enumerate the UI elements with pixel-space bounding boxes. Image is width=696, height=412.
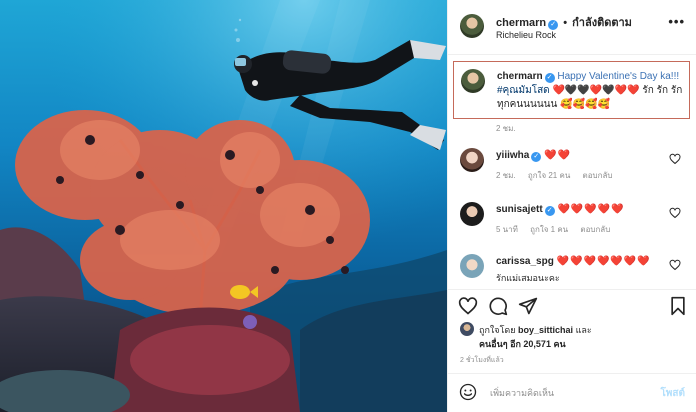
post-actions (448, 296, 696, 318)
caption-author-avatar[interactable] (461, 69, 485, 93)
verified-badge-icon: ✓ (544, 73, 555, 83)
comment-username[interactable]: yiiiwha (496, 150, 529, 161)
verified-badge-icon: ✓ (531, 152, 542, 162)
comment-likes[interactable]: ถูกใจ 1 คน (530, 225, 568, 234)
comment-text: ❤️❤️ (544, 150, 572, 161)
verified-badge-icon: ✓ (544, 206, 555, 216)
post-photo[interactable] (0, 0, 447, 412)
reply-button[interactable]: ตอบกลับ (583, 171, 613, 180)
verified-badge-icon: ✓ (548, 20, 559, 30)
like-comment-heart-icon[interactable] (669, 207, 681, 219)
commenter-avatar[interactable] (460, 202, 484, 226)
add-comment-bar: โพสต์ (448, 374, 696, 412)
caption-username[interactable]: chermarn (497, 71, 543, 82)
following-button[interactable]: กำลังติดตาม (572, 17, 632, 29)
caption-hashtag[interactable]: #คุณมัมโสด (497, 85, 550, 96)
commenter-avatar[interactable] (460, 148, 484, 172)
add-comment-input[interactable] (490, 386, 640, 400)
share-direct-icon[interactable] (518, 296, 538, 316)
post-timestamp: 2 ชั่วโมงที่แล้ว (460, 357, 504, 364)
comment-time: 2 ชม. (496, 171, 516, 180)
caption-emojis: 🥰🥰🥰🥰 (560, 99, 610, 110)
header-user-line: chermarn ✓ • กำลังติดตาม (496, 13, 632, 31)
likes-summary: ถูกใจโดย boy_sittichai และ คนอื่นๆ อีก 2… (460, 322, 690, 352)
comment-username[interactable]: sunisajett (496, 204, 543, 215)
comment-time: 5 นาที (496, 225, 518, 234)
more-options-icon[interactable]: ••• (668, 14, 685, 29)
comment-likes[interactable]: ถูกใจ 21 คน (528, 171, 570, 180)
divider (448, 289, 696, 290)
author-username[interactable]: chermarn (496, 17, 546, 29)
likes-line-2: คนอื่นๆ อีก 20,571 คน (479, 337, 566, 351)
post-header: chermarn ✓ • กำลังติดตาม Richelieu Rock •… (448, 0, 696, 55)
header-separator: • (563, 17, 568, 29)
author-avatar[interactable] (460, 14, 484, 38)
commenter-avatar[interactable] (460, 254, 484, 278)
emoji-smile-icon[interactable] (459, 383, 477, 401)
comment-item: carissa_spg ❤️❤️❤️❤️❤️❤️❤️ รักแม่เสมอนะค… (448, 254, 696, 294)
comment-subtext: รักแม่เสมอนะคะ (496, 273, 560, 283)
comment-bubble-icon[interactable] (488, 296, 508, 316)
comment-meta: 5 นาที ถูกใจ 1 คน ตอบกลับ (496, 223, 620, 236)
comment-text: ❤️❤️❤️❤️❤️ (557, 204, 625, 215)
liked-by-user[interactable]: boy_sittichai (518, 325, 573, 335)
reply-button[interactable]: ตอบกลับ (580, 225, 610, 234)
post-comment-button[interactable]: โพสต์ (660, 386, 685, 401)
caption-text: chermarn ✓ Happy Valentine's Day ka!!! #ค… (497, 70, 683, 112)
liked-by-prefix: ถูกใจโดย (479, 325, 516, 335)
post-side-panel: chermarn ✓ • กำลังติดตาม Richelieu Rock •… (447, 0, 696, 412)
like-comment-heart-icon[interactable] (669, 259, 681, 271)
comment-line: sunisajett ✓ ❤️❤️❤️❤️❤️ (496, 204, 625, 216)
comment-username[interactable]: carissa_spg (496, 256, 554, 267)
location-link[interactable]: Richelieu Rock (496, 30, 556, 40)
comment-line: yiiiwha ✓ ❤️❤️ (496, 150, 571, 162)
comment-item: yiiiwha ✓ ❤️❤️ 2 ชม. ถูกใจ 21 คน ตอบกลับ (448, 148, 696, 188)
caption-highlight: chermarn ✓ Happy Valentine's Day ka!!! #ค… (453, 61, 690, 119)
comment-text: ❤️❤️❤️❤️❤️❤️❤️ (556, 256, 651, 267)
underwater-photo (0, 0, 447, 412)
comment-line: carissa_spg ❤️❤️❤️❤️❤️❤️❤️ (496, 256, 651, 267)
like-heart-icon[interactable] (458, 296, 478, 316)
liked-by-suffix: และ (575, 325, 592, 335)
save-bookmark-icon[interactable] (668, 296, 688, 316)
like-comment-heart-icon[interactable] (669, 153, 681, 165)
likes-count-link[interactable]: คนอื่นๆ อีก 20,571 คน (479, 339, 566, 349)
caption-greeting: Happy Valentine's Day ka!!! (557, 71, 680, 82)
liker-avatar[interactable] (460, 322, 474, 336)
likes-line-1: ถูกใจโดย boy_sittichai และ (479, 323, 592, 337)
caption-time: 2 ชม. (496, 124, 516, 133)
comment-item: sunisajett ✓ ❤️❤️❤️❤️❤️ 5 นาที ถูกใจ 1 คน… (448, 202, 696, 242)
caption-hearts: ❤️🖤🖤❤️🖤❤️❤️ (552, 85, 640, 96)
comment-meta: 2 ชม. ถูกใจ 21 คน ตอบกลับ (496, 169, 622, 182)
